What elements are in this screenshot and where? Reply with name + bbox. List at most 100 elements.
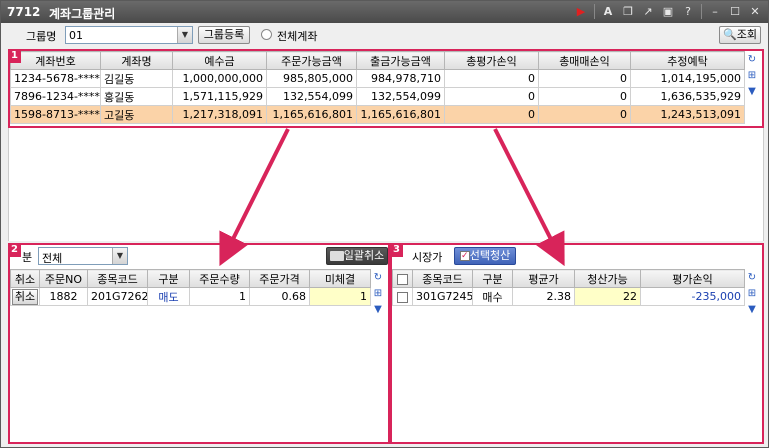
liquidate-selected-button[interactable]: ✓선택청산 <box>454 247 516 265</box>
order-filter-select[interactable]: 전체 ▼ <box>38 247 128 265</box>
divider <box>701 4 702 19</box>
font-icon[interactable]: A <box>601 4 615 19</box>
close-icon[interactable]: ✕ <box>748 4 762 19</box>
total-trade-pnl: 0 <box>538 105 631 124</box>
row-checkbox[interactable] <box>397 291 408 303</box>
item-code: 201G7262 <box>87 287 148 306</box>
all-accounts-radio[interactable] <box>261 29 272 40</box>
positions-table: 종목코드 구분 평균가 청산가능 평가손익 301G7245 매수 2.38 2… <box>392 269 745 306</box>
column-header[interactable]: 총평가손익 <box>444 51 539 70</box>
order-number: 1882 <box>39 287 88 306</box>
table-row[interactable]: 1234-5678-**** 김길동 1,000,000,000 985,805… <box>10 69 745 88</box>
column-header[interactable]: 계좌명 <box>100 51 173 70</box>
panel-number-badge: 1 <box>8 49 21 63</box>
row-select-cell[interactable] <box>392 287 413 306</box>
group-select-value: 01 <box>69 29 83 42</box>
market-price-label: 시장가 <box>412 251 443 264</box>
column-header[interactable]: 예수금 <box>172 51 267 70</box>
accounts-header-row: 계좌번호 계좌명 예수금 주문가능금액 출금가능금액 총평가손익 총매매손익 추… <box>10 51 745 70</box>
orders-header-row: 취소 주문NO 종목코드 구분 주문수량 주문가격 미체결 <box>10 269 371 288</box>
refresh-icon[interactable]: ↻ <box>372 271 385 284</box>
order-quantity: 1 <box>189 287 250 306</box>
order-type: 매도 <box>147 287 190 306</box>
column-header[interactable]: 계좌번호 <box>10 51 101 70</box>
table-row[interactable]: 취소 1882 201G7262 매도 1 0.68 1 <box>10 287 371 306</box>
cancel-cell: 취소 <box>10 287 40 306</box>
search-button[interactable]: 🔍조회 <box>719 26 761 44</box>
divider <box>594 4 595 19</box>
maximize-icon[interactable]: ☐ <box>728 4 742 19</box>
account-name: 김길동 <box>100 69 173 88</box>
link-icon[interactable]: ↗ <box>641 4 655 19</box>
select-all-cell[interactable] <box>392 269 413 288</box>
mail-icon <box>329 251 344 261</box>
positions-header-row: 종목코드 구분 평균가 청산가능 평가손익 <box>392 269 745 288</box>
play-icon[interactable]: ▶ <box>574 4 588 19</box>
column-header[interactable]: 주문가격 <box>249 269 310 288</box>
orderable-amount: 1,165,616,801 <box>266 105 357 124</box>
table-row[interactable]: 7896-1234-**** 홍길동 1,571,115,929 132,554… <box>10 87 745 106</box>
liquidatable-quantity: 22 <box>574 287 641 306</box>
all-accounts-label: 전체계좌 <box>277 30 318 43</box>
column-header[interactable]: 출금가능금액 <box>356 51 445 70</box>
column-header[interactable]: 총매매손익 <box>538 51 631 70</box>
positions-panel: 시장가 ✓선택청산 종목코드 구분 평균가 청산가능 평가손익 301G7245… <box>390 243 764 444</box>
account-number: 7896-1234-**** <box>10 87 101 106</box>
orders-table: 취소 주문NO 종목코드 구분 주문수량 주문가격 미체결 취소 1882 20… <box>10 269 371 306</box>
column-header[interactable]: 주문NO <box>39 269 88 288</box>
accounts-side-tools: ↻ ⊞ ▼ <box>744 53 760 98</box>
minimize-icon[interactable]: – <box>708 4 722 19</box>
select-all-checkbox[interactable] <box>397 273 408 285</box>
column-header[interactable]: 주문수량 <box>189 269 250 288</box>
column-header[interactable]: 주문가능금액 <box>266 51 357 70</box>
refresh-icon[interactable]: ↻ <box>746 53 759 66</box>
orders-side-tools: ↻ ⊞ ▼ <box>370 271 386 316</box>
column-header[interactable]: 종목코드 <box>412 269 473 288</box>
panel-number-badge: 2 <box>8 243 21 257</box>
withdrawable-amount: 1,165,616,801 <box>356 105 445 124</box>
cancel-all-label: 일괄취소 <box>343 249 385 262</box>
window-icon[interactable]: ❐ <box>621 4 635 19</box>
total-trade-pnl: 0 <box>538 69 631 88</box>
help-icon[interactable]: ? <box>681 4 695 19</box>
deposit: 1,217,318,091 <box>172 105 267 124</box>
expand-icon[interactable]: ⊞ <box>372 287 385 300</box>
copy-icon[interactable]: ▣ <box>661 4 675 19</box>
scroll-down-icon[interactable]: ▼ <box>372 303 385 316</box>
order-price: 0.68 <box>249 287 310 306</box>
chevron-down-icon[interactable]: ▼ <box>112 248 127 264</box>
column-header[interactable]: 취소 <box>10 269 40 288</box>
column-header[interactable]: 청산가능 <box>574 269 641 288</box>
evaluation-pnl: -235,000 <box>640 287 745 306</box>
group-register-button[interactable]: 그룹등록 <box>198 26 250 44</box>
column-header[interactable]: 미체결 <box>309 269 371 288</box>
orderable-amount: 985,805,000 <box>266 69 357 88</box>
scroll-down-icon[interactable]: ▼ <box>746 85 759 98</box>
expand-icon[interactable]: ⊞ <box>746 69 759 82</box>
column-header[interactable]: 구분 <box>147 269 190 288</box>
screen-code: 7712 <box>7 5 41 19</box>
column-header[interactable]: 추정예탁 <box>630 51 745 70</box>
title-bar: 7712 계좌그룹관리 ▶ A ❐ ↗ ▣ ? – ☐ ✕ <box>1 1 768 23</box>
column-header[interactable]: 구분 <box>472 269 513 288</box>
table-row[interactable]: 301G7245 매수 2.38 22 -235,000 <box>392 287 745 306</box>
column-header[interactable]: 평가손익 <box>640 269 745 288</box>
refresh-icon[interactable]: ↻ <box>746 271 759 284</box>
column-header[interactable]: 종목코드 <box>87 269 148 288</box>
filter-label: 분 <box>22 251 33 264</box>
order-filter-value: 전체 <box>42 252 63 265</box>
column-header[interactable]: 평균가 <box>512 269 575 288</box>
total-eval-pnl: 0 <box>444 105 539 124</box>
chevron-down-icon[interactable]: ▼ <box>177 27 192 43</box>
average-price: 2.38 <box>512 287 575 306</box>
group-select[interactable]: 01 ▼ <box>65 26 193 44</box>
panel-number-badge: 3 <box>390 243 403 257</box>
scroll-down-icon[interactable]: ▼ <box>746 303 759 316</box>
account-group-window: 7712 계좌그룹관리 ▶ A ❐ ↗ ▣ ? – ☐ ✕ 그룹명 01 ▼ 그… <box>0 0 769 448</box>
estimated-deposit: 1,636,535,929 <box>630 87 745 106</box>
table-row-selected[interactable]: 1598-8713-**** 고길동 1,217,318,091 1,165,6… <box>10 105 745 124</box>
order-cancel-button[interactable]: 취소 <box>12 288 38 305</box>
liquidate-label: 선택청산 <box>469 249 511 262</box>
expand-icon[interactable]: ⊞ <box>746 287 759 300</box>
cancel-all-button[interactable]: 일괄취소 <box>326 247 388 265</box>
